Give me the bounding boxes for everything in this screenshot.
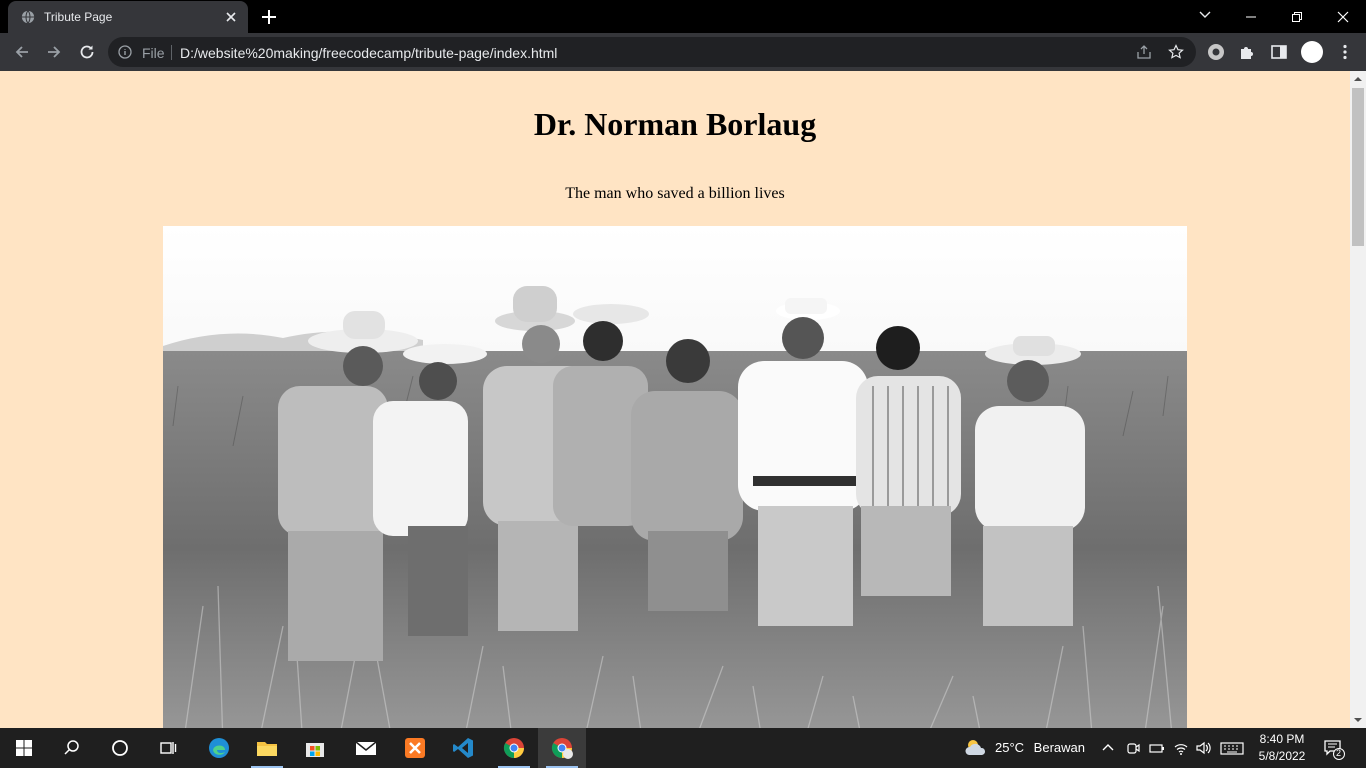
notification-count-badge: 2 [1336, 748, 1342, 758]
notification-icon [1324, 740, 1345, 760]
search-icon [64, 740, 79, 755]
scroll-down-arrow-icon[interactable] [1350, 712, 1366, 728]
page-tagline: The man who saved a billion lives [565, 185, 785, 202]
notification-center-button[interactable]: 2 [1323, 738, 1345, 760]
browser-tab-strip: Tribute Page [0, 0, 1366, 33]
browser-toolbar: File D:/website%20making/freecodecamp/tr… [0, 33, 1366, 71]
folder-icon [257, 742, 277, 756]
new-tab-icon[interactable] [259, 7, 279, 27]
cortana-button[interactable] [96, 728, 144, 768]
extension-circle-icon[interactable] [1207, 43, 1225, 61]
task-view-icon [160, 742, 177, 754]
browser-menu-icon[interactable] [1336, 43, 1354, 61]
omnibox-divider [171, 45, 172, 60]
taskbar-app-microsoft-store[interactable] [291, 728, 339, 768]
weather-temperature: 25°C [995, 740, 1025, 755]
tab-search-icon[interactable] [1194, 4, 1216, 26]
address-bar[interactable]: File D:/website%20making/freecodecamp/tr… [108, 37, 1196, 67]
scroll-up-arrow-icon[interactable] [1350, 71, 1366, 87]
page-scrollbar[interactable] [1350, 71, 1366, 728]
weather-widget[interactable]: 25°C Berawan [995, 740, 1085, 755]
taskbar-search-button[interactable] [48, 728, 96, 768]
globe-icon [21, 10, 35, 24]
url-text[interactable]: D:/website%20making/freecodecamp/tribute… [180, 45, 557, 61]
minimize-window-icon[interactable] [1228, 0, 1274, 33]
mail-icon [355, 741, 377, 755]
taskbar-app-chrome[interactable] [490, 728, 538, 768]
url-scheme-label: File [142, 45, 165, 61]
weather-condition: Berawan [1033, 740, 1085, 755]
forward-arrow-icon[interactable] [43, 41, 65, 63]
chrome-icon [503, 738, 524, 759]
page-viewport: Dr. Norman Borlaug The man who saved a b… [0, 71, 1350, 728]
taskbar-app-edge[interactable] [195, 728, 243, 768]
windows-taskbar: 25°C Berawan 8:40 PM 5/8/2022 2 [0, 728, 1366, 768]
site-info-icon[interactable] [118, 45, 132, 59]
windows-logo-icon [16, 740, 32, 756]
volume-icon[interactable] [1195, 740, 1211, 756]
taskbar-app-chrome-active[interactable] [538, 728, 586, 768]
back-arrow-icon[interactable] [11, 41, 33, 63]
tab-title: Tribute Page [44, 10, 113, 24]
close-window-icon[interactable] [1320, 0, 1366, 33]
taskbar-app-vscode[interactable] [439, 728, 487, 768]
start-button[interactable] [0, 728, 48, 768]
task-view-button[interactable] [144, 728, 192, 768]
store-bag-icon [306, 743, 324, 757]
browser-tab[interactable]: Tribute Page [8, 1, 248, 33]
tribute-image [163, 226, 1187, 728]
taskbar-app-mail[interactable] [342, 728, 390, 768]
side-panel-icon[interactable] [1270, 43, 1288, 61]
restore-window-icon[interactable] [1274, 0, 1320, 33]
chrome-icon [551, 738, 573, 759]
close-tab-icon[interactable] [222, 8, 240, 26]
xampp-icon [405, 738, 425, 758]
taskbar-app-file-explorer[interactable] [243, 728, 291, 768]
chevron-up-icon[interactable] [1100, 740, 1116, 756]
taskbar-app-xampp[interactable] [391, 728, 439, 768]
page-title: Dr. Norman Borlaug [533, 106, 817, 142]
clock-time: 8:40 PM [1259, 732, 1305, 746]
share-icon[interactable] [1136, 44, 1152, 60]
extensions-puzzle-icon[interactable] [1238, 43, 1256, 61]
scrollbar-thumb[interactable] [1352, 88, 1364, 246]
wifi-icon[interactable] [1173, 740, 1189, 756]
profile-avatar[interactable] [1301, 41, 1323, 63]
bookmark-star-icon[interactable] [1168, 44, 1184, 60]
reload-icon[interactable] [76, 41, 98, 63]
cortana-ring-icon [112, 740, 128, 756]
keyboard-icon[interactable] [1220, 740, 1244, 756]
meet-now-icon[interactable] [1125, 740, 1141, 756]
battery-icon[interactable] [1149, 740, 1165, 756]
weather-cloud-sun-icon[interactable] [964, 737, 988, 759]
clock-date: 5/8/2022 [1258, 749, 1306, 763]
edge-icon [209, 738, 229, 758]
system-clock[interactable]: 8:40 PM 5/8/2022 [1255, 731, 1309, 765]
vscode-icon [453, 738, 473, 758]
